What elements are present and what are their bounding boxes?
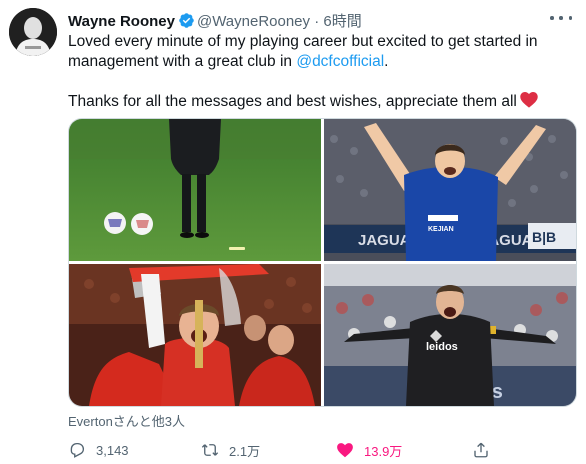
action-bar: 3,143 2.1万 13.9万: [68, 438, 568, 462]
bb-sign: B|B: [532, 229, 556, 245]
tweet-paragraph-1: Loved every minute of my playing career …: [68, 32, 573, 72]
reply-button[interactable]: 3,143: [68, 438, 129, 462]
media-grid: JAGUAR JAGUAR B|B KEJIAN leidos: [68, 118, 577, 407]
reply-count: 3,143: [96, 442, 129, 458]
tweet-time[interactable]: 6時間: [323, 13, 361, 30]
photo-united-trophy[interactable]: [69, 264, 321, 406]
tweet-text-part: .: [384, 53, 389, 70]
share-button[interactable]: [472, 438, 500, 462]
mention-link[interactable]: @dcfcofficial: [296, 53, 384, 70]
like-count: 13.9万: [364, 443, 403, 459]
photo-everton-celebration[interactable]: JAGUAR JAGUAR B|B KEJIAN: [324, 119, 576, 261]
retweet-button[interactable]: 2.1万: [201, 438, 260, 462]
tweet-header: Wayne Rooney @WayneRooney · 6時間: [68, 10, 362, 30]
photo-dcunited-celebration-image: los leidos: [324, 264, 576, 406]
more-options-icon[interactable]: [550, 10, 572, 26]
photo-training-pitch[interactable]: [69, 119, 321, 261]
like-icon: [337, 443, 353, 458]
verified-badge-icon: [179, 13, 194, 28]
share-icon: [474, 442, 488, 458]
tweet-card[interactable]: Wayne Rooney @WayneRooney · 6時間 Loved ev…: [0, 0, 586, 464]
likers-text[interactable]: Evertonさんと他3人: [68, 411, 185, 430]
tweet-paragraph-2: Thanks for all the messages and best wis…: [68, 92, 573, 112]
tweet-text-part: Thanks for all the messages and best wis…: [68, 93, 517, 110]
photo-dcunited-celebration[interactable]: los leidos: [324, 264, 576, 406]
separator-dot: ·: [314, 13, 320, 30]
heart-emoji-icon: [520, 92, 538, 108]
author-handle[interactable]: @WayneRooney: [197, 13, 310, 30]
like-button[interactable]: 13.9万: [336, 438, 402, 462]
retweet-icon: [201, 444, 219, 456]
photo-training-pitch-image: [69, 119, 321, 261]
avatar[interactable]: [9, 8, 57, 56]
leidos-sponsor: leidos: [426, 341, 458, 353]
avatar-image: [9, 8, 57, 56]
author-name[interactable]: Wayne Rooney: [68, 13, 175, 30]
photo-everton-celebration-image: JAGUAR JAGUAR B|B KEJIAN: [324, 119, 576, 261]
tweet-text: Loved every minute of my playing career …: [68, 32, 573, 112]
kejian-sponsor: KEJIAN: [428, 226, 454, 233]
photo-united-trophy-image: [69, 264, 321, 406]
retweet-count: 2.1万: [229, 443, 261, 459]
reply-icon: [70, 442, 85, 458]
